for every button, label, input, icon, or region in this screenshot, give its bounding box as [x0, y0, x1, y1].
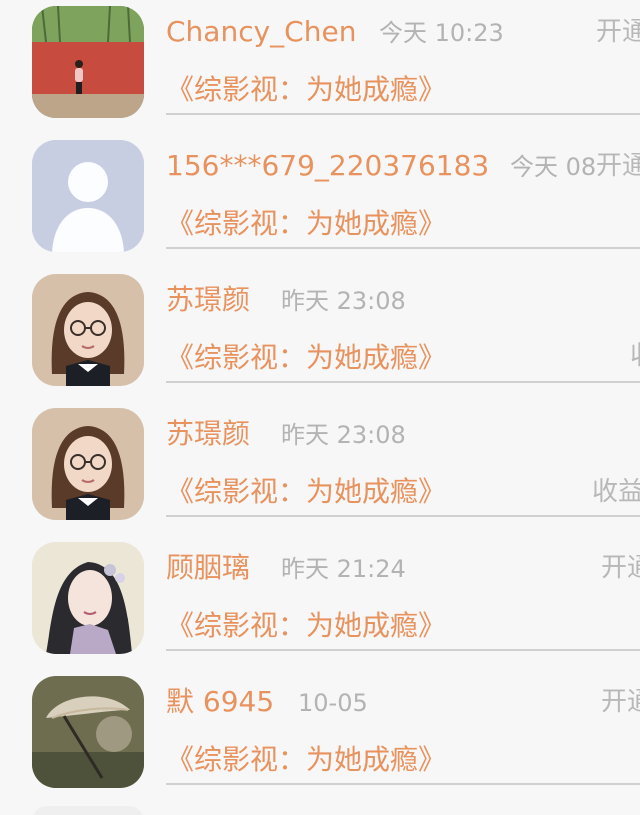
book-title[interactable]: 《综影视：为她成瘾》 [166, 474, 446, 510]
timestamp: 今天 10:23 [379, 19, 504, 47]
user-name[interactable]: 156***679_220376183 [166, 148, 489, 184]
list-item[interactable]: Chancy_Chen 今天 10:23 开通 《综影视：为她成瘾》 [0, 0, 640, 134]
divider [166, 515, 640, 517]
book-title[interactable]: 《综影视：为她成瘾》 [166, 608, 446, 644]
status-text: 开通 [596, 151, 640, 181]
status-text: 收益 [592, 477, 640, 507]
divider [166, 649, 640, 651]
umbrella-avatar-icon [32, 676, 144, 788]
status-text: 开通 [601, 687, 640, 717]
divider [166, 381, 640, 383]
divider [166, 247, 640, 249]
avatar[interactable] [32, 542, 144, 654]
user-name[interactable]: Chancy_Chen [166, 14, 356, 50]
avatar[interactable] [32, 676, 144, 788]
notification-list: Chancy_Chen 今天 10:23 开通 《综影视：为她成瘾》 156**… [0, 0, 640, 815]
user-photo-icon [32, 6, 144, 118]
book-title[interactable]: 《综影视：为她成瘾》 [166, 742, 446, 778]
divider [166, 783, 640, 785]
user-name[interactable]: 默 6945 [166, 684, 274, 720]
avatar[interactable] [32, 140, 144, 252]
avatar[interactable] [32, 6, 144, 118]
book-title[interactable]: 《综影视：为她成瘾》 [166, 340, 446, 376]
next-avatar-partial [32, 806, 144, 815]
list-item[interactable]: 苏璟颜 昨天 23:08 收 《综影视：为她成瘾》 [0, 268, 640, 402]
divider [166, 113, 640, 115]
user-name[interactable]: 顾胭璃 [166, 550, 250, 586]
user-name[interactable]: 苏璟颜 [166, 416, 250, 452]
avatar[interactable] [32, 274, 144, 386]
status-text: 开通 [596, 17, 640, 47]
default-user-icon [32, 140, 144, 252]
list-item[interactable]: 苏璟颜 昨天 23:08 收益 《综影视：为她成瘾》 [0, 402, 640, 536]
user-name[interactable]: 苏璟颜 [166, 282, 250, 318]
list-item[interactable]: 默 6945 10-05 开通 《综影视：为她成瘾》 [0, 670, 640, 804]
illustrated-avatar-icon [32, 542, 144, 654]
list-item[interactable]: 156***679_220376183 今天 08 开通 《综影视：为她成瘾》 [0, 134, 640, 268]
timestamp: 昨天 23:08 [281, 421, 406, 449]
user-photo-icon [32, 408, 144, 520]
timestamp: 昨天 21:24 [281, 555, 406, 583]
timestamp: 今天 08 [510, 153, 597, 181]
timestamp: 昨天 23:08 [281, 287, 406, 315]
timestamp: 10-05 [298, 689, 368, 717]
status-text: 收 [630, 340, 640, 372]
book-title[interactable]: 《综影视：为她成瘾》 [166, 72, 446, 108]
user-photo-icon [32, 274, 144, 386]
book-title[interactable]: 《综影视：为她成瘾》 [166, 206, 446, 242]
status-text: 开通 [601, 553, 640, 583]
avatar[interactable] [32, 408, 144, 520]
list-item[interactable]: 顾胭璃 昨天 21:24 开通 《综影视：为她成瘾》 [0, 536, 640, 670]
